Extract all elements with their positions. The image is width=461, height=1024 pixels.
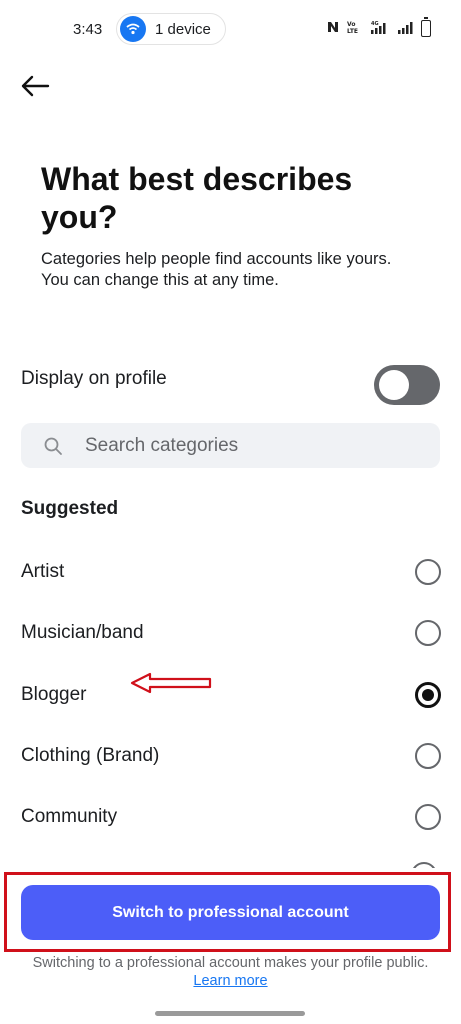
category-label: Artist xyxy=(21,561,65,582)
page-subtitle: Categories help people find accounts lik… xyxy=(41,250,392,289)
status-icons: Vo LTE 4G xyxy=(327,17,431,37)
arrow-left-icon xyxy=(21,75,50,97)
device-count: 1 device xyxy=(155,20,211,38)
battery-icon xyxy=(421,17,431,37)
category-row-blogger[interactable]: Blogger xyxy=(21,675,441,715)
svg-text:4G: 4G xyxy=(371,21,379,27)
nfc-icon xyxy=(327,20,339,37)
display-on-profile-toggle[interactable] xyxy=(374,365,440,405)
signal-4g-icon: 4G xyxy=(369,20,389,37)
category-label: Blogger xyxy=(21,684,87,705)
home-indicator[interactable] xyxy=(155,1011,305,1016)
category-radio[interactable] xyxy=(415,620,441,646)
display-on-profile-label: Display on profile xyxy=(21,368,167,389)
status-time: 3:43 xyxy=(73,21,103,38)
category-label: Clothing (Brand) xyxy=(21,745,160,766)
footer-note-text: Switching to a professional account make… xyxy=(32,955,429,971)
page-title: What best describes you? xyxy=(41,161,353,235)
category-row-community[interactable]: Community xyxy=(21,797,441,837)
category-label: Musician/band xyxy=(21,622,144,643)
back-button[interactable] xyxy=(18,70,54,102)
volte-icon: Vo LTE xyxy=(347,20,361,37)
category-radio-selected[interactable] xyxy=(415,682,441,708)
switch-to-professional-button[interactable]: Switch to professional account xyxy=(21,885,440,940)
footer-note: Switching to a professional account make… xyxy=(30,954,431,990)
svg-text:Vo: Vo xyxy=(347,21,355,28)
category-label: Community xyxy=(21,806,118,827)
learn-more-link[interactable]: Learn more xyxy=(193,973,267,989)
svg-text:LTE: LTE xyxy=(347,28,358,34)
search-bar[interactable] xyxy=(21,423,440,468)
search-icon xyxy=(44,437,62,455)
category-radio[interactable] xyxy=(415,559,441,585)
category-row-artist[interactable]: Artist xyxy=(21,552,441,592)
toggle-knob xyxy=(379,370,409,400)
hotspot-icon xyxy=(120,16,146,42)
hotspot-device-pill[interactable]: 1 device xyxy=(116,13,226,45)
category-row-clothing-brand[interactable]: Clothing (Brand) xyxy=(21,736,441,776)
category-row-musician-band[interactable]: Musician/band xyxy=(21,613,441,653)
search-input[interactable] xyxy=(83,433,407,458)
category-radio[interactable] xyxy=(415,743,441,769)
annotation-arrow-icon xyxy=(130,672,212,694)
signal-icon xyxy=(397,20,413,37)
category-radio[interactable] xyxy=(415,804,441,830)
section-title-suggested: Suggested xyxy=(21,498,119,519)
